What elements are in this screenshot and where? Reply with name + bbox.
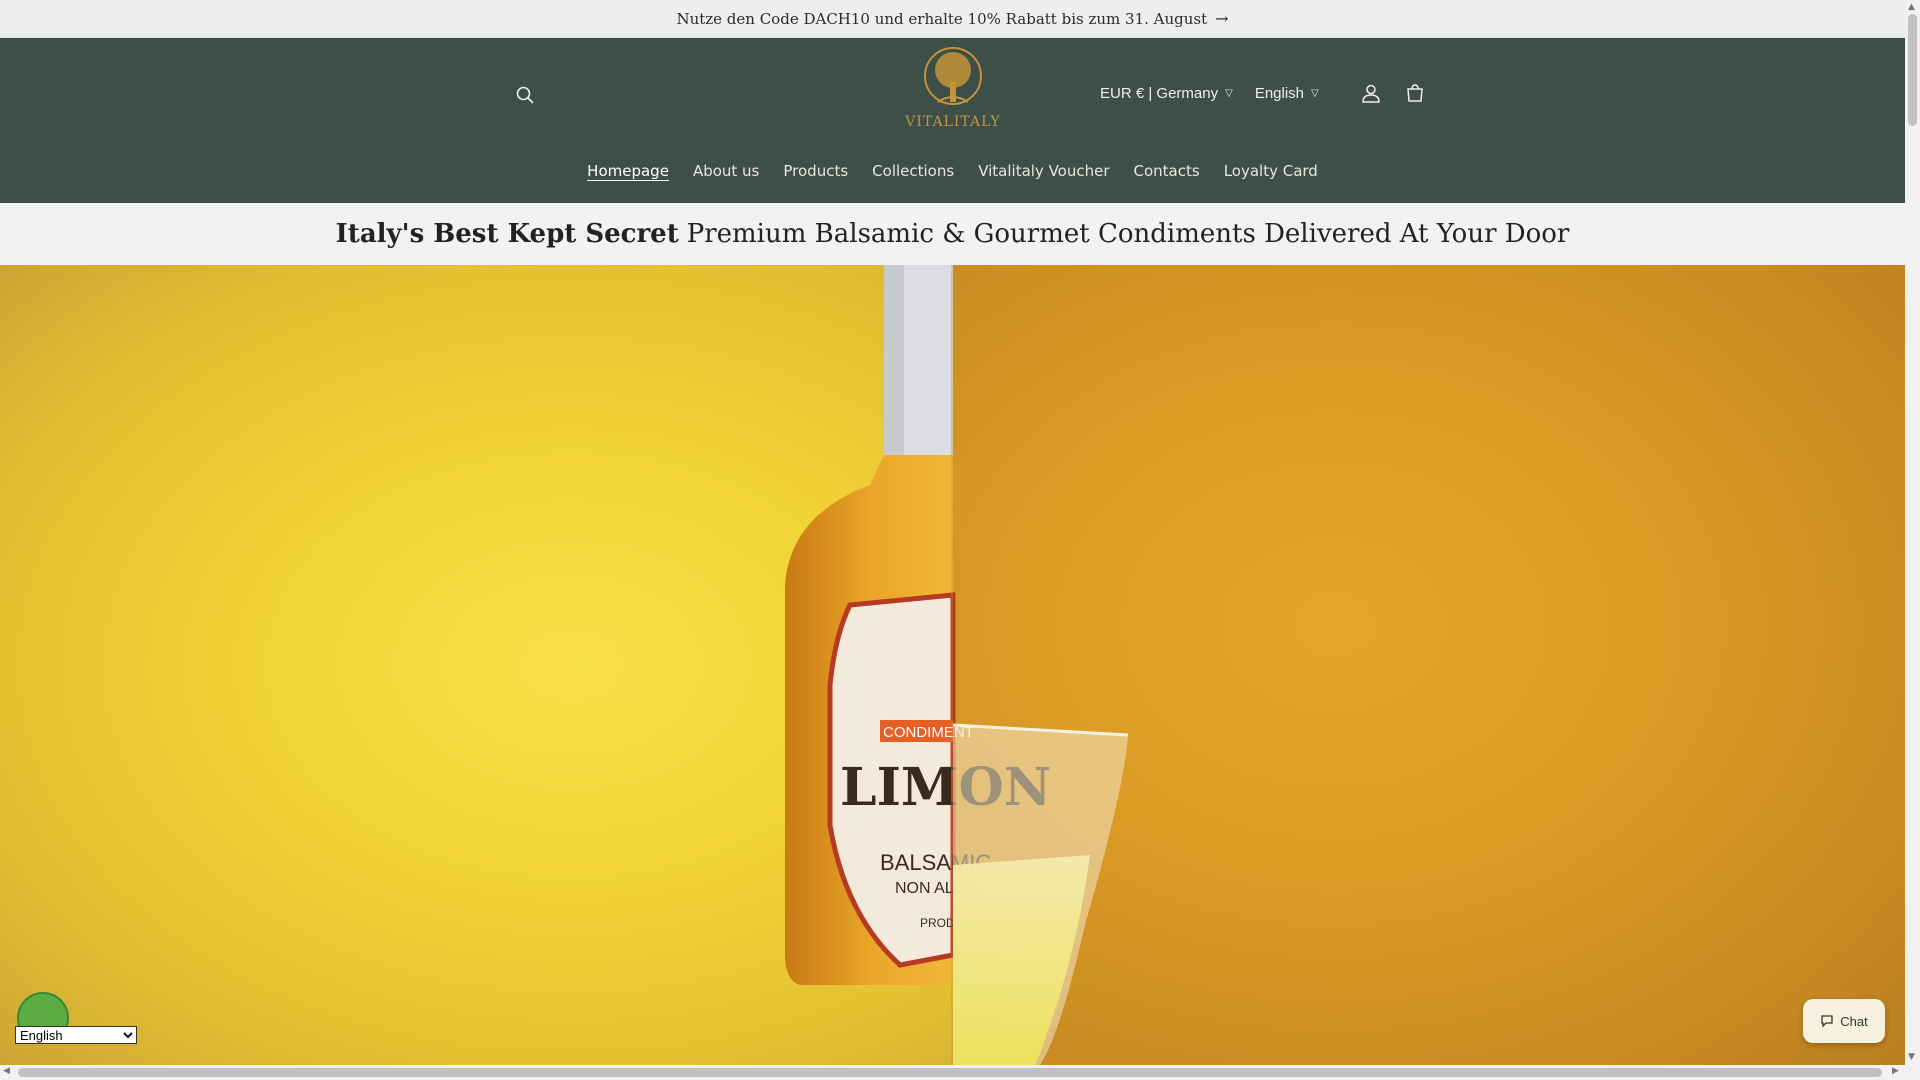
scroll-down-icon[interactable]: ▼ xyxy=(1908,1052,1915,1062)
cart-icon xyxy=(1406,84,1423,102)
nav-item-contacts[interactable]: Contacts xyxy=(1122,162,1212,180)
vertical-scrollbar[interactable]: ▲ ▼ xyxy=(1905,0,1920,1080)
account-button[interactable] xyxy=(1357,79,1385,107)
logo-text: VITALITALY xyxy=(905,114,1001,130)
search-button[interactable] xyxy=(510,80,540,110)
chat-label: Chat xyxy=(1840,1013,1868,1029)
scroll-right-icon[interactable]: ▶ xyxy=(1892,1066,1899,1076)
tagline-bold: Italy's Best Kept Secret xyxy=(335,219,679,249)
site-logo[interactable]: VITALITALY xyxy=(905,46,1001,136)
scroll-up-icon[interactable]: ▲ xyxy=(1908,2,1915,12)
horizontal-scroll-thumb[interactable] xyxy=(18,1068,1882,1077)
currency-selector[interactable]: EUR € | Germany ▽ xyxy=(1100,85,1233,102)
nav-item-products[interactable]: Products xyxy=(771,162,860,180)
user-icon xyxy=(1361,84,1380,103)
nav-item-voucher[interactable]: Vitalitaly Voucher xyxy=(966,162,1121,180)
header-utilities: EUR € | Germany ▽ English ▽ xyxy=(1100,76,1429,110)
chevron-down-icon: ▽ xyxy=(1225,87,1233,99)
tagline-text: Premium Balsamic & Gourmet Condiments De… xyxy=(686,219,1570,249)
horizontal-scrollbar[interactable]: ◀ ▶ xyxy=(0,1065,1905,1080)
announcement-bar[interactable]: Nutze den Code DACH10 und erhalte 10% Ra… xyxy=(0,0,1905,38)
tagline-banner: Italy's Best Kept Secret Premium Balsami… xyxy=(0,203,1905,265)
currency-label: EUR € | Germany xyxy=(1100,84,1219,102)
language-dropdown[interactable]: English xyxy=(15,1026,137,1044)
vertical-scroll-thumb[interactable] xyxy=(1908,14,1917,126)
hero-product-image: CONDIMENT LIMON BALSAMIC NON ALCO PRODU xyxy=(785,265,1129,1065)
nav-item-homepage[interactable]: Homepage xyxy=(575,162,681,180)
nav-item-loyalty-card[interactable]: Loyalty Card xyxy=(1212,162,1330,180)
arrow-right-icon: → xyxy=(1215,9,1229,28)
announcement-text: Nutze den Code DACH10 und erhalte 10% Ra… xyxy=(676,9,1208,28)
nav-item-about-us[interactable]: About us xyxy=(681,162,771,180)
search-icon xyxy=(516,86,534,104)
chevron-down-icon: ▽ xyxy=(1311,87,1319,99)
cart-button[interactable] xyxy=(1401,79,1429,107)
hero-banner[interactable]: CONDIMENT LIMON BALSAMIC NON ALCO PRODU xyxy=(0,265,1905,1065)
language-selector[interactable]: English ▽ xyxy=(1255,85,1319,102)
chat-bubble-icon xyxy=(1821,1015,1833,1028)
site-header: VITALITALY EUR € | Germany ▽ English ▽ H… xyxy=(0,38,1905,203)
language-label: English xyxy=(1254,84,1305,102)
tree-logo-icon xyxy=(924,47,982,105)
main-navigation: Homepage About us Products Collections V… xyxy=(0,162,1905,180)
chat-button[interactable]: Chat xyxy=(1803,999,1885,1043)
nav-item-collections[interactable]: Collections xyxy=(860,162,966,180)
scroll-left-icon[interactable]: ◀ xyxy=(3,1066,10,1076)
